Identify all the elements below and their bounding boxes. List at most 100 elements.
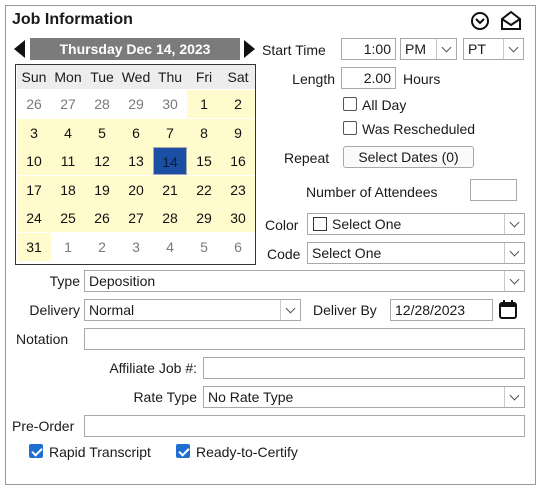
calendar-day[interactable]: 2 (85, 232, 119, 261)
calendar-day[interactable]: 6 (221, 232, 255, 261)
next-day-arrow[interactable] (244, 40, 255, 58)
calendar-day[interactable]: 27 (51, 90, 85, 118)
rescheduled-checkbox[interactable] (343, 121, 357, 135)
select-dates-button[interactable]: Select Dates (0) (343, 146, 474, 168)
calendar-day[interactable]: 24 (17, 204, 51, 232)
day-of-week-header: Tue (85, 65, 119, 89)
calendar-day[interactable]: 5 (85, 118, 119, 147)
delivery-value: Normal (89, 302, 135, 318)
day-of-week-header: Mon (51, 65, 85, 89)
color-label: Color (265, 217, 299, 233)
calendar-day[interactable]: 9 (221, 118, 255, 147)
rescheduled-label: Was Rescheduled (362, 121, 476, 137)
attendees-input[interactable] (470, 179, 517, 201)
all-day-checkbox[interactable] (343, 97, 357, 111)
notation-label: Notation (16, 331, 69, 347)
calendar-day[interactable]: 3 (119, 232, 153, 261)
attendees-label: Number of Attendees (306, 184, 438, 200)
chevron-circle-icon[interactable] (470, 11, 490, 31)
panel-title: Job Information (12, 11, 133, 28)
start-time-input[interactable]: 1:00 (341, 38, 396, 60)
type-label: Type (49, 273, 80, 289)
calendar-header[interactable]: Thursday Dec 14, 2023 (30, 38, 240, 60)
day-of-week-header: Fri (187, 65, 221, 89)
calendar-day[interactable]: 10 (17, 147, 51, 175)
calendar-day[interactable]: 1 (51, 232, 85, 261)
calendar-day[interactable]: 11 (51, 147, 85, 175)
code-label: Code (267, 246, 301, 262)
calendar-day[interactable]: 30 (221, 204, 255, 232)
delivery-label: Delivery (29, 302, 80, 318)
calendar-day[interactable]: 25 (51, 204, 85, 232)
calendar-day[interactable]: 12 (85, 147, 119, 175)
calendar-day[interactable]: 26 (85, 204, 119, 232)
calendar-day[interactable]: 21 (153, 175, 187, 204)
ready-to-certify-checkbox[interactable] (176, 444, 190, 458)
day-of-week-header: Wed (119, 65, 153, 89)
calendar-day[interactable]: 29 (119, 90, 153, 118)
calendar-day[interactable]: 27 (119, 204, 153, 232)
chevron-down-icon (503, 39, 523, 59)
calendar-day[interactable]: 17 (17, 175, 51, 204)
rapid-transcript-checkbox[interactable] (29, 444, 43, 458)
calendar-day[interactable]: 28 (153, 204, 187, 232)
calendar-day[interactable]: 20 (119, 175, 153, 204)
code-value: Select One (312, 245, 382, 261)
calendar-icon[interactable] (498, 299, 518, 320)
calendar-day[interactable]: 22 (187, 175, 221, 204)
pre-order-input[interactable] (84, 415, 525, 437)
chevron-down-icon (504, 271, 524, 291)
deliver-by-input[interactable]: 12/28/2023 (390, 299, 493, 321)
calendar-day[interactable]: 29 (187, 204, 221, 232)
previous-day-arrow[interactable] (14, 40, 25, 58)
calendar-day[interactable]: 28 (85, 90, 119, 118)
calendar-day[interactable]: 26 (17, 90, 51, 118)
delivery-select[interactable]: Normal (84, 299, 301, 321)
calendar-day[interactable]: 18 (51, 175, 85, 204)
notation-input[interactable] (84, 328, 525, 350)
calendar-day[interactable]: 8 (187, 118, 221, 147)
type-select[interactable]: Deposition (84, 270, 525, 292)
deliver-by-label: Deliver By (313, 302, 377, 318)
day-of-week-header: Sat (221, 65, 255, 89)
calendar-day[interactable]: 31 (17, 232, 51, 261)
pre-order-label: Pre-Order (12, 418, 75, 434)
calendar-day[interactable]: 5 (187, 232, 221, 261)
color-value: Select One (332, 216, 402, 232)
calendar-day[interactable]: 7 (153, 118, 187, 147)
calendar-day[interactable]: 15 (187, 147, 221, 175)
ampm-value: PM (405, 41, 426, 57)
calendar-day-selected[interactable]: 14 (153, 147, 187, 175)
color-swatch (313, 217, 327, 231)
chevron-down-icon (280, 300, 300, 320)
calendar-grid: Sun Mon Tue Wed Thu Fri Sat 26 27 28 29 30 1 2 3 4 5 6 7 8 9… (15, 64, 256, 265)
length-input[interactable]: 2.00 (341, 67, 396, 89)
rate-type-value: No Rate Type (208, 389, 294, 405)
affiliate-job-label: Affiliate Job #: (109, 360, 197, 376)
day-of-week-header: Sun (17, 65, 51, 89)
calendar-day[interactable]: 23 (221, 175, 255, 204)
ready-to-certify-label: Ready-to-Certify (196, 444, 298, 460)
timezone-value: PT (468, 41, 486, 57)
repeat-label: Repeat (284, 150, 330, 166)
timezone-select[interactable]: PT (463, 38, 524, 60)
rate-type-select[interactable]: No Rate Type (203, 386, 525, 408)
color-select[interactable]: Select One (307, 213, 525, 235)
all-day-label: All Day (362, 97, 407, 113)
calendar-day[interactable]: 1 (187, 90, 221, 118)
chevron-down-icon (504, 214, 524, 234)
envelope-open-icon[interactable] (500, 10, 522, 31)
calendar-day[interactable]: 3 (17, 118, 51, 147)
calendar-day[interactable]: 13 (119, 147, 153, 175)
calendar-day[interactable]: 4 (51, 118, 85, 147)
calendar-day[interactable]: 2 (221, 90, 255, 118)
calendar-day[interactable]: 6 (119, 118, 153, 147)
ampm-select[interactable]: PM (400, 38, 457, 60)
calendar-day[interactable]: 4 (153, 232, 187, 261)
code-select[interactable]: Select One (307, 242, 525, 264)
affiliate-job-input[interactable] (203, 357, 525, 379)
length-label: Length (292, 71, 335, 87)
calendar-day[interactable]: 30 (153, 90, 187, 118)
calendar-day[interactable]: 19 (85, 175, 119, 204)
calendar-day[interactable]: 16 (221, 147, 255, 175)
